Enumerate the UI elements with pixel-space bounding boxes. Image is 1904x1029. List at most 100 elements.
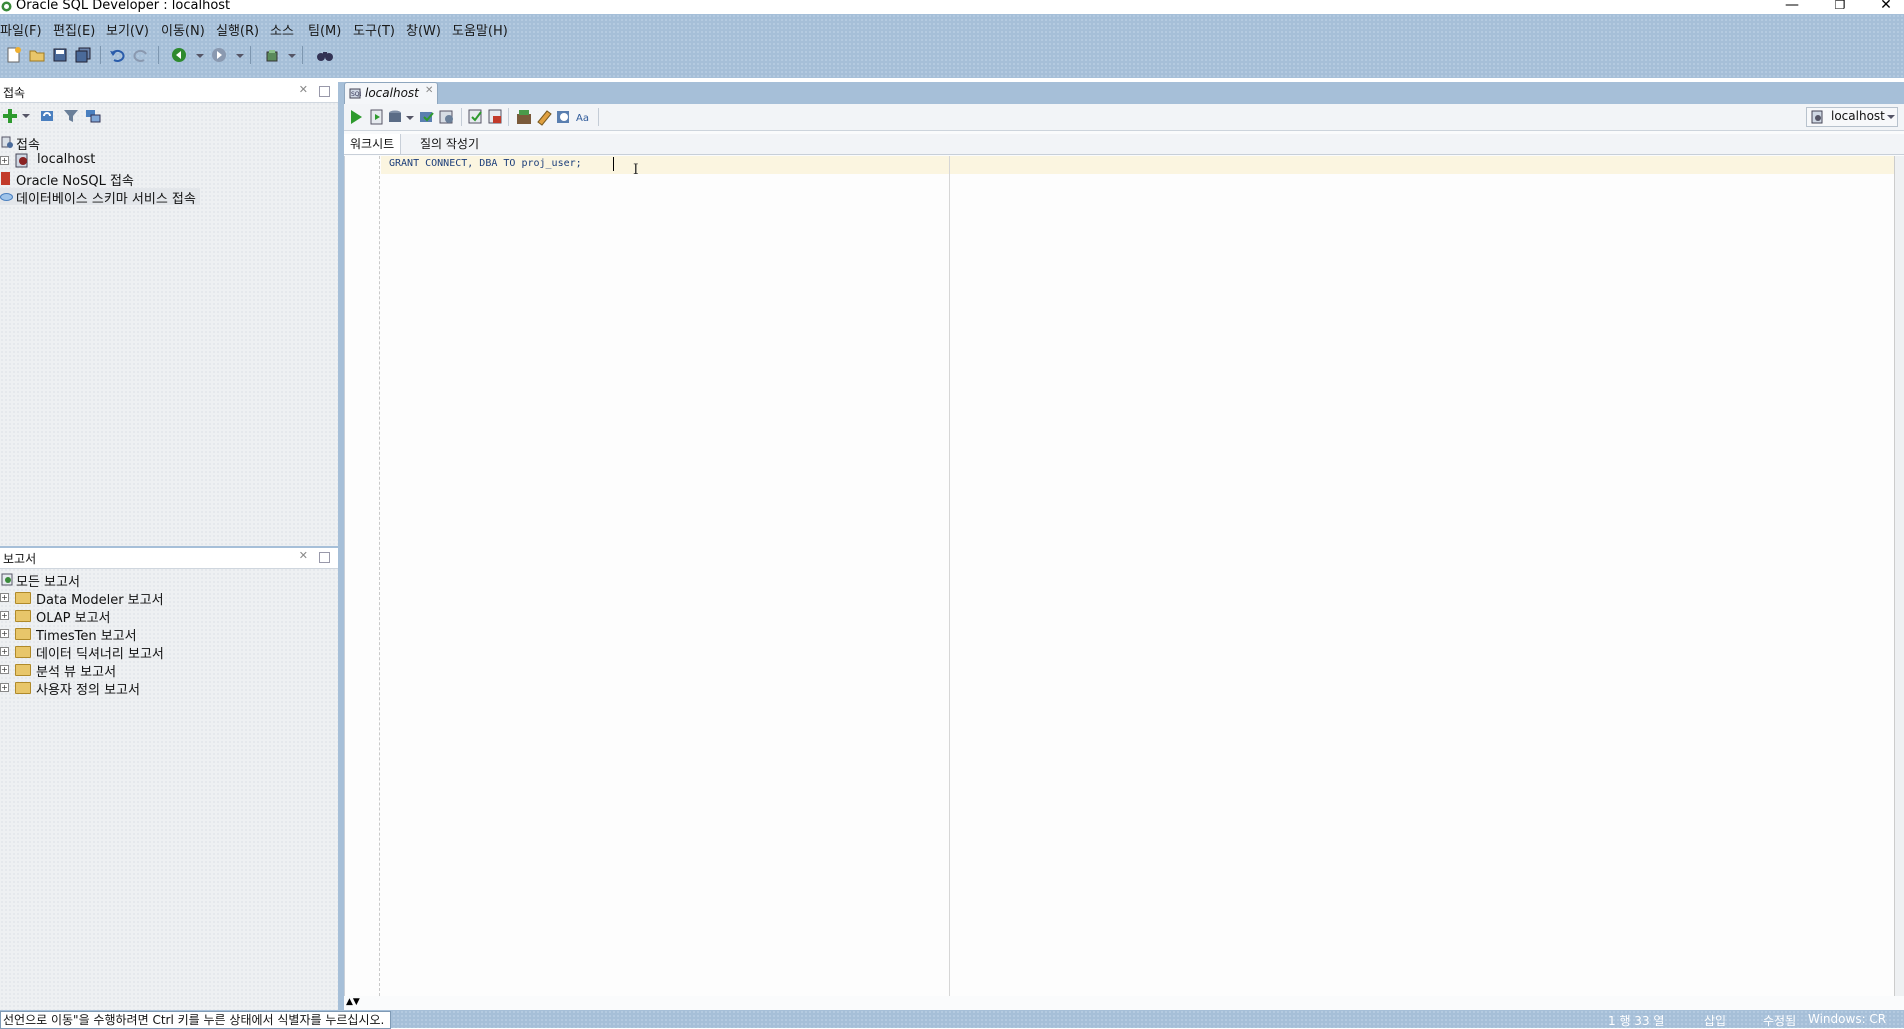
svg-text:SQL: SQL xyxy=(351,91,361,98)
tree-item-oracle-nosql[interactable]: Oracle NoSQL 접속 xyxy=(0,170,338,189)
rollback-icon[interactable] xyxy=(438,108,456,126)
unshared-sql-icon[interactable] xyxy=(515,108,533,126)
cursor-position: 1 행 33 열 xyxy=(1608,1014,1665,1028)
undo-icon[interactable] xyxy=(108,46,126,64)
refresh-icon[interactable] xyxy=(38,107,56,125)
close-panel-icon[interactable]: ✕ xyxy=(299,549,308,562)
menu-source[interactable]: 소스 xyxy=(270,20,294,39)
sql-tuning-icon[interactable] xyxy=(487,108,505,126)
close-panel-icon[interactable]: ✕ xyxy=(299,83,308,96)
tree-item-label: 사용자 정의 보고서 xyxy=(36,683,140,698)
vertical-scrollbar[interactable] xyxy=(1894,156,1904,996)
menu-view[interactable]: 보기(V) xyxy=(106,20,149,39)
tree-item-report[interactable]: + TimesTen 보고서 xyxy=(0,625,338,644)
title-bar: Oracle SQL Developer : localhost — ❐ ✕ xyxy=(0,0,1904,14)
tab-worksheet[interactable]: 워크시트 xyxy=(344,134,402,154)
menu-run[interactable]: 실행(R) xyxy=(216,20,259,39)
minimize-panel-icon[interactable] xyxy=(319,552,330,563)
schema-browser-icon[interactable] xyxy=(84,107,102,125)
worksheet-toolbar: Aa localhost xyxy=(344,104,1904,131)
connections-panel: 접속 ✕ 접속 + localhost Oracle NoSQL 접속 데이터베… xyxy=(0,82,338,546)
cloud-icon xyxy=(0,193,13,201)
connection-selector[interactable]: localhost xyxy=(1806,107,1898,127)
add-connection-icon[interactable] xyxy=(1,107,19,125)
worksheet-subtabs: 워크시트 질의 작성기 xyxy=(344,134,1904,155)
expand-icon[interactable]: + xyxy=(0,647,9,656)
menu-navigate[interactable]: 이동(N) xyxy=(161,20,205,39)
code-line-1[interactable]: GRANT CONNECT, DBA TO proj_user; xyxy=(389,158,582,169)
expand-icon[interactable]: + xyxy=(0,156,9,165)
minimize-panel-icon[interactable] xyxy=(319,86,330,97)
sql-history-icon[interactable] xyxy=(555,108,573,126)
document-tab-strip: SQL localhost ✕ xyxy=(344,82,1904,105)
tree-item-label: 데이터베이스 스키마 서비스 접속 xyxy=(16,192,196,207)
clear-eraser-icon[interactable] xyxy=(535,108,553,126)
insert-mode: 삽입 xyxy=(1704,1014,1727,1028)
connections-panel-title: 접속 xyxy=(3,86,26,100)
tab-query-builder[interactable]: 질의 작성기 xyxy=(414,134,485,154)
database-connection-icon xyxy=(15,153,28,168)
tab-label: localhost xyxy=(365,86,419,100)
menu-team[interactable]: 팀(M) xyxy=(308,20,341,39)
current-line-highlight xyxy=(381,156,1895,174)
forward-icon[interactable] xyxy=(210,46,228,64)
sql-developer-app-icon xyxy=(1,1,12,12)
open-folder-icon[interactable] xyxy=(28,46,46,64)
expand-icon[interactable]: + xyxy=(0,629,9,638)
expand-icon[interactable]: + xyxy=(0,665,9,674)
tree-item-label: 데이터 딕셔너리 보고서 xyxy=(36,647,164,662)
debug-run-icon[interactable] xyxy=(264,46,282,64)
expand-icon[interactable]: + xyxy=(0,683,9,692)
back-icon[interactable] xyxy=(170,46,188,64)
autotrace-icon[interactable] xyxy=(386,108,404,126)
folder-icon xyxy=(15,646,31,658)
nosql-icon xyxy=(1,172,10,185)
tree-root-connections-label: 접속 xyxy=(16,138,40,153)
reports-panel-header: 보고서 ✕ xyxy=(0,548,338,569)
filter-icon[interactable] xyxy=(62,107,80,125)
menu-help[interactable]: 도움말(H) xyxy=(452,20,508,39)
run-script-icon[interactable] xyxy=(368,108,386,126)
new-file-icon[interactable] xyxy=(5,46,23,64)
format-text-icon[interactable]: Aa xyxy=(575,108,593,126)
main-toolbar xyxy=(0,46,400,70)
restore-button[interactable]: ❐ xyxy=(1820,0,1860,14)
tree-item-schema-service[interactable]: 데이터베이스 스키마 서비스 접속 xyxy=(0,188,200,207)
code-editor[interactable]: GRANT CONNECT, DBA TO proj_user; I xyxy=(344,156,1895,996)
menu-tools[interactable]: 도구(T) xyxy=(353,20,395,39)
menu-edit[interactable]: 편집(E) xyxy=(53,20,95,39)
status-bar: 선언으로 이동"을 수행하려면 Ctrl 키를 누른 상태에서 식별자를 누르십… xyxy=(0,1010,1904,1029)
expand-icon[interactable]: + xyxy=(0,611,9,620)
folder-icon xyxy=(15,592,31,604)
close-tab-icon[interactable]: ✕ xyxy=(425,85,433,96)
menu-file[interactable]: 파일(F) xyxy=(0,20,42,39)
commit-icon[interactable] xyxy=(418,108,436,126)
split-arrows-icon[interactable]: ▲▼ xyxy=(346,997,360,1007)
sql-worksheet-icon: SQL xyxy=(349,88,361,99)
modified-indicator: 수정됨 xyxy=(1763,1014,1797,1028)
tree-item-label: OLAP 보고서 xyxy=(36,611,111,626)
line-gutter xyxy=(351,156,380,996)
tab-localhost[interactable]: SQL localhost ✕ xyxy=(344,82,438,105)
minimize-button[interactable]: — xyxy=(1772,0,1812,14)
binoculars-icon[interactable] xyxy=(316,46,334,64)
save-icon[interactable] xyxy=(51,46,69,64)
close-window-button[interactable]: ✕ xyxy=(1866,0,1904,14)
tree-root-all-reports[interactable]: 모든 보고서 xyxy=(0,571,338,590)
tree-item-report[interactable]: + Data Modeler 보고서 xyxy=(0,589,338,608)
redo-icon[interactable] xyxy=(132,46,150,64)
folder-icon xyxy=(15,664,31,676)
tree-item-report[interactable]: + OLAP 보고서 xyxy=(0,607,338,626)
tree-item-localhost[interactable]: + localhost xyxy=(0,152,338,169)
menu-window[interactable]: 창(W) xyxy=(406,20,441,39)
tree-root-connections[interactable]: 접속 xyxy=(0,134,338,153)
run-statement-icon[interactable] xyxy=(347,108,365,126)
text-caret xyxy=(613,157,614,171)
explain-plan-icon[interactable] xyxy=(467,108,485,126)
expand-icon[interactable]: + xyxy=(0,593,9,602)
tree-item-report[interactable]: + 사용자 정의 보고서 xyxy=(0,679,338,698)
tree-item-report[interactable]: + 데이터 딕셔너리 보고서 xyxy=(0,643,338,662)
sql-worksheet: SQL localhost ✕ Aa localhost 워크시트 질의 작성기 xyxy=(344,82,1904,1010)
tree-item-report[interactable]: + 분석 뷰 보고서 xyxy=(0,661,338,680)
save-all-icon[interactable] xyxy=(74,46,92,64)
